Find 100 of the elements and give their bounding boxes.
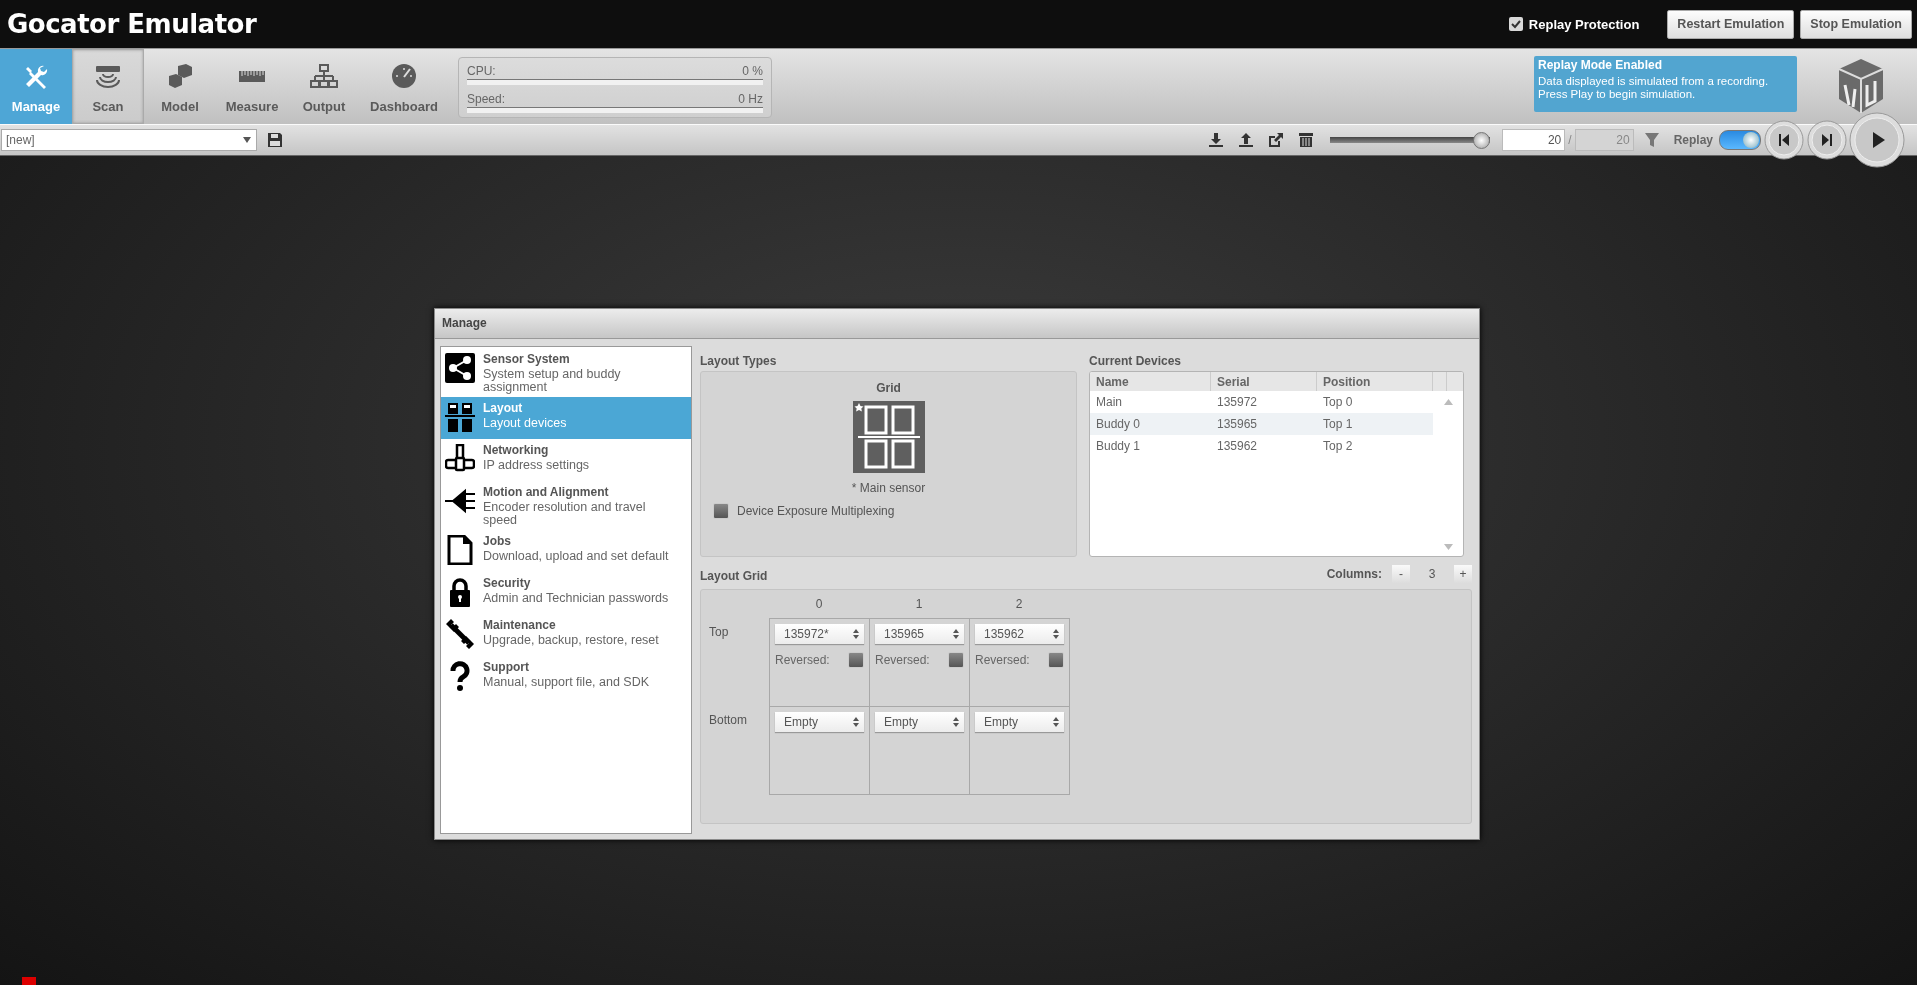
gauge-icon xyxy=(390,63,418,91)
updown-arrow-icon xyxy=(1053,717,1059,727)
sidebar-item[interactable]: Networking IP address settings xyxy=(441,439,691,481)
column-number: 0 xyxy=(814,596,824,613)
sidebar-item[interactable]: Sensor System System setup and buddy assignment xyxy=(441,348,691,397)
column-header: Position xyxy=(1317,372,1433,391)
grid-layout-icon[interactable] xyxy=(852,401,925,473)
sidebar-item[interactable]: Support Manual, support file, and SDK xyxy=(441,656,691,698)
item-description: Encoder resolution and travel speed xyxy=(483,501,647,527)
sidebar-item[interactable]: Maintenance Upgrade, backup, restore, reset xyxy=(441,614,691,656)
status-label: CPU: xyxy=(467,64,496,78)
emulation-button[interactable]: Stop Emulation xyxy=(1800,9,1912,39)
save-icon[interactable] xyxy=(267,132,283,148)
checkbox-label: Replay Protection xyxy=(1528,16,1640,32)
updown-arrow-icon xyxy=(953,717,959,727)
frame-input[interactable]: 20 xyxy=(1502,129,1566,151)
item-title: Networking xyxy=(483,443,550,457)
item-description: Upgrade, backup, restore, reset xyxy=(483,634,660,647)
column-number: 2 xyxy=(1014,596,1024,613)
sidebar-item[interactable]: Jobs Download, upload and set default xyxy=(441,530,691,572)
section-heading: Layout Grid xyxy=(700,569,768,583)
job-dropdown[interactable]: [new] xyxy=(1,129,257,151)
nav-tab[interactable]: Measure xyxy=(216,49,288,124)
emulation-button[interactable]: Restart Emulation xyxy=(1667,9,1795,39)
item-description: Layout devices xyxy=(483,417,568,430)
pipe-junction-icon xyxy=(445,444,475,474)
decrement-button[interactable]: - xyxy=(1392,564,1410,583)
filter-icon[interactable] xyxy=(1643,132,1660,148)
plug-arrow-icon xyxy=(445,486,475,516)
main-sensor-note: * Main sensor xyxy=(851,481,926,495)
table-row[interactable]: Buddy 0 135965 Top 1 xyxy=(1090,413,1433,435)
nav-tab[interactable]: Dashboard xyxy=(360,49,448,124)
item-title: Sensor System xyxy=(483,352,571,366)
item-description: Admin and Technician passwords xyxy=(483,592,670,605)
columns-label: Columns: xyxy=(1326,566,1382,581)
app-title: Gocator Emulator xyxy=(7,9,257,39)
checkbox[interactable] xyxy=(1048,652,1064,668)
device-select[interactable]: 135965 xyxy=(875,624,964,644)
status-value: 0 Hz xyxy=(738,92,763,106)
device-select[interactable]: 135972* xyxy=(775,624,864,644)
device-select[interactable]: 135962 xyxy=(975,624,1064,644)
sidebar-item[interactable]: Motion and Alignment Encoder resolution and travel speed xyxy=(441,481,691,530)
item-title: Motion and Alignment xyxy=(483,485,610,499)
dialog-title: Manage xyxy=(435,309,1479,339)
skip-back-button[interactable] xyxy=(1764,120,1804,160)
increment-button[interactable]: + xyxy=(1454,564,1472,583)
section-heading: Current Devices xyxy=(1089,354,1183,368)
item-title: Security xyxy=(483,576,532,590)
notification-badge xyxy=(22,977,36,985)
checkbox[interactable] xyxy=(713,503,729,519)
cubes-icon xyxy=(166,63,194,91)
layout-type-label: Grid xyxy=(876,381,901,395)
trash-icon[interactable] xyxy=(1298,132,1315,148)
updown-arrow-icon xyxy=(853,717,859,727)
status-value: 0 % xyxy=(742,64,763,78)
row-label: Top xyxy=(709,624,730,641)
sensor-icon xyxy=(94,63,122,91)
dropdown-caret-icon xyxy=(242,136,252,144)
device-select[interactable]: Empty xyxy=(875,712,964,732)
item-description: System setup and buddy assignment xyxy=(483,368,622,394)
item-title: Jobs xyxy=(483,534,512,548)
row-label: Bottom xyxy=(709,712,748,729)
updown-arrow-icon xyxy=(853,629,859,639)
updown-arrow-icon xyxy=(1053,629,1059,639)
replay-label: Replay xyxy=(1673,133,1713,147)
table-row[interactable]: Buddy 1 135962 Top 2 xyxy=(1090,435,1433,457)
item-description: Download, upload and set default xyxy=(483,550,670,563)
share-icon xyxy=(445,353,475,383)
column-header: Serial xyxy=(1211,372,1317,391)
download-icon[interactable] xyxy=(1208,132,1225,148)
checkbox-label: Device Exposure Multiplexing xyxy=(737,504,895,518)
device-select[interactable]: Empty xyxy=(775,712,864,732)
nav-tab[interactable]: Model xyxy=(144,49,216,124)
layout-grid-icon xyxy=(445,402,475,432)
nav-tab[interactable]: Scan xyxy=(72,49,144,124)
separator: / xyxy=(1568,133,1572,147)
external-link-icon[interactable] xyxy=(1268,132,1285,148)
reversed-label: Reversed: xyxy=(775,653,830,667)
nav-tab[interactable]: Output xyxy=(288,49,360,124)
reversed-label: Reversed: xyxy=(875,653,930,667)
slider-thumb[interactable] xyxy=(1473,131,1491,149)
column-number: 1 xyxy=(914,596,924,613)
checkbox[interactable] xyxy=(848,652,864,668)
replay-toggle[interactable] xyxy=(1719,130,1761,150)
notice-title: Replay Mode Enabled xyxy=(1538,59,1664,72)
notice-text: Data displayed is simulated from a recording. Press Play to begin simulation. xyxy=(1538,75,1770,101)
document-icon xyxy=(445,535,475,565)
device-select[interactable]: Empty xyxy=(975,712,1064,732)
network-icon xyxy=(310,63,338,91)
frame-total: 20 xyxy=(1574,129,1634,151)
column-header: Name xyxy=(1090,372,1211,391)
section-heading: Layout Types xyxy=(700,354,778,368)
play-button[interactable] xyxy=(1849,112,1905,168)
updown-arrow-icon xyxy=(953,629,959,639)
checkbox[interactable] xyxy=(1508,17,1523,31)
table-row[interactable]: Main 135972 Top 0 xyxy=(1090,391,1433,413)
checkbox[interactable] xyxy=(948,652,964,668)
sidebar-item[interactable]: Security Admin and Technician passwords xyxy=(441,572,691,614)
step-forward-button[interactable] xyxy=(1807,120,1847,160)
upload-icon[interactable] xyxy=(1238,132,1255,148)
